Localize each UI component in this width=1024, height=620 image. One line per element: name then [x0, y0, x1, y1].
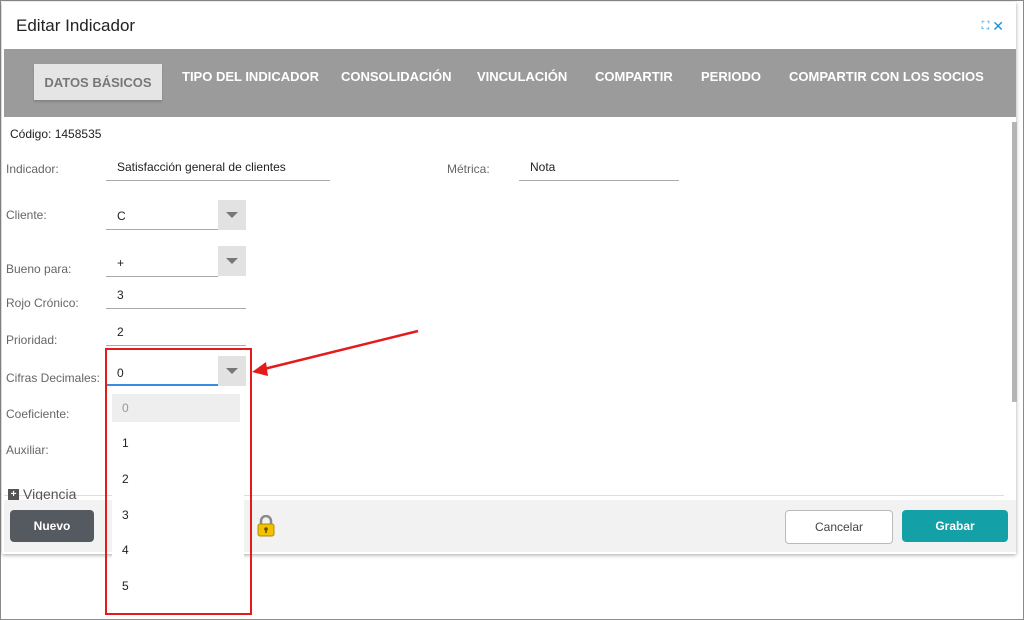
bueno-para-dropdown-button[interactable] [218, 246, 246, 276]
metrica-field[interactable]: Nota [530, 160, 555, 174]
bueno-para-select[interactable]: + [117, 256, 124, 270]
tab-consolidacion[interactable]: CONSOLIDACIÓN [341, 69, 452, 84]
expand-icon[interactable]: ⛶ [982, 20, 990, 33]
auxiliar-label: Auxiliar: [6, 443, 49, 457]
tab-periodo[interactable]: PERIODO [701, 69, 761, 84]
grabar-button[interactable]: Grabar [902, 510, 1008, 542]
annotation-highlight-box [105, 348, 252, 615]
cliente-select[interactable]: C [117, 209, 126, 223]
lock-icon[interactable] [256, 514, 276, 542]
bueno-para-label: Bueno para: [6, 262, 72, 276]
tab-datos-basicos[interactable]: DATOS BÁSICOS [34, 64, 162, 100]
prioridad-label: Prioridad: [6, 333, 58, 347]
chevron-down-icon [226, 258, 238, 264]
cifras-decimales-label: Cifras Decimales: [6, 371, 101, 385]
indicador-underline [106, 180, 330, 181]
metrica-label: Métrica: [447, 162, 490, 176]
rojo-cronico-label: Rojo Crónico: [6, 296, 79, 310]
indicador-label: Indicador: [6, 162, 59, 176]
cliente-underline [106, 229, 218, 230]
tab-compartir[interactable]: COMPARTIR [595, 69, 673, 84]
rojo-cronico-field[interactable]: 3 [117, 288, 124, 302]
scrollbar-thumb[interactable] [1012, 122, 1017, 402]
dialog-title: Editar Indicador [16, 16, 136, 35]
prioridad-underline [106, 345, 246, 346]
tab-vinculacion[interactable]: VINCULACIÓN [477, 69, 567, 84]
code-label: Código: 1458535 [10, 127, 102, 141]
plus-icon: + [8, 488, 19, 500]
coeficiente-label: Coeficiente: [6, 407, 70, 421]
tab-tipo-del-indicador[interactable]: TIPO DEL INDICADOR [182, 69, 319, 84]
tab-compartir-con-los-socios[interactable]: COMPARTIR CON LOS SOCIOS [789, 69, 984, 84]
cliente-label: Cliente: [6, 208, 47, 222]
window-controls: ⛶ ✕ [982, 18, 1004, 35]
nuevo-button[interactable]: Nuevo [10, 510, 94, 542]
bueno-para-underline [106, 276, 218, 277]
metrica-underline [519, 180, 679, 181]
cliente-dropdown-button[interactable] [218, 200, 246, 230]
rojo-cronico-underline [106, 308, 246, 309]
tab-bar: DATOS BÁSICOS TIPO DEL INDICADOR CONSOLI… [4, 49, 1016, 117]
chevron-down-icon [226, 212, 238, 218]
close-icon[interactable]: ✕ [992, 18, 1004, 35]
cancelar-button[interactable]: Cancelar [785, 510, 893, 544]
prioridad-field[interactable]: 2 [117, 325, 124, 339]
indicador-field[interactable]: Satisfacción general de clientes [117, 160, 286, 174]
